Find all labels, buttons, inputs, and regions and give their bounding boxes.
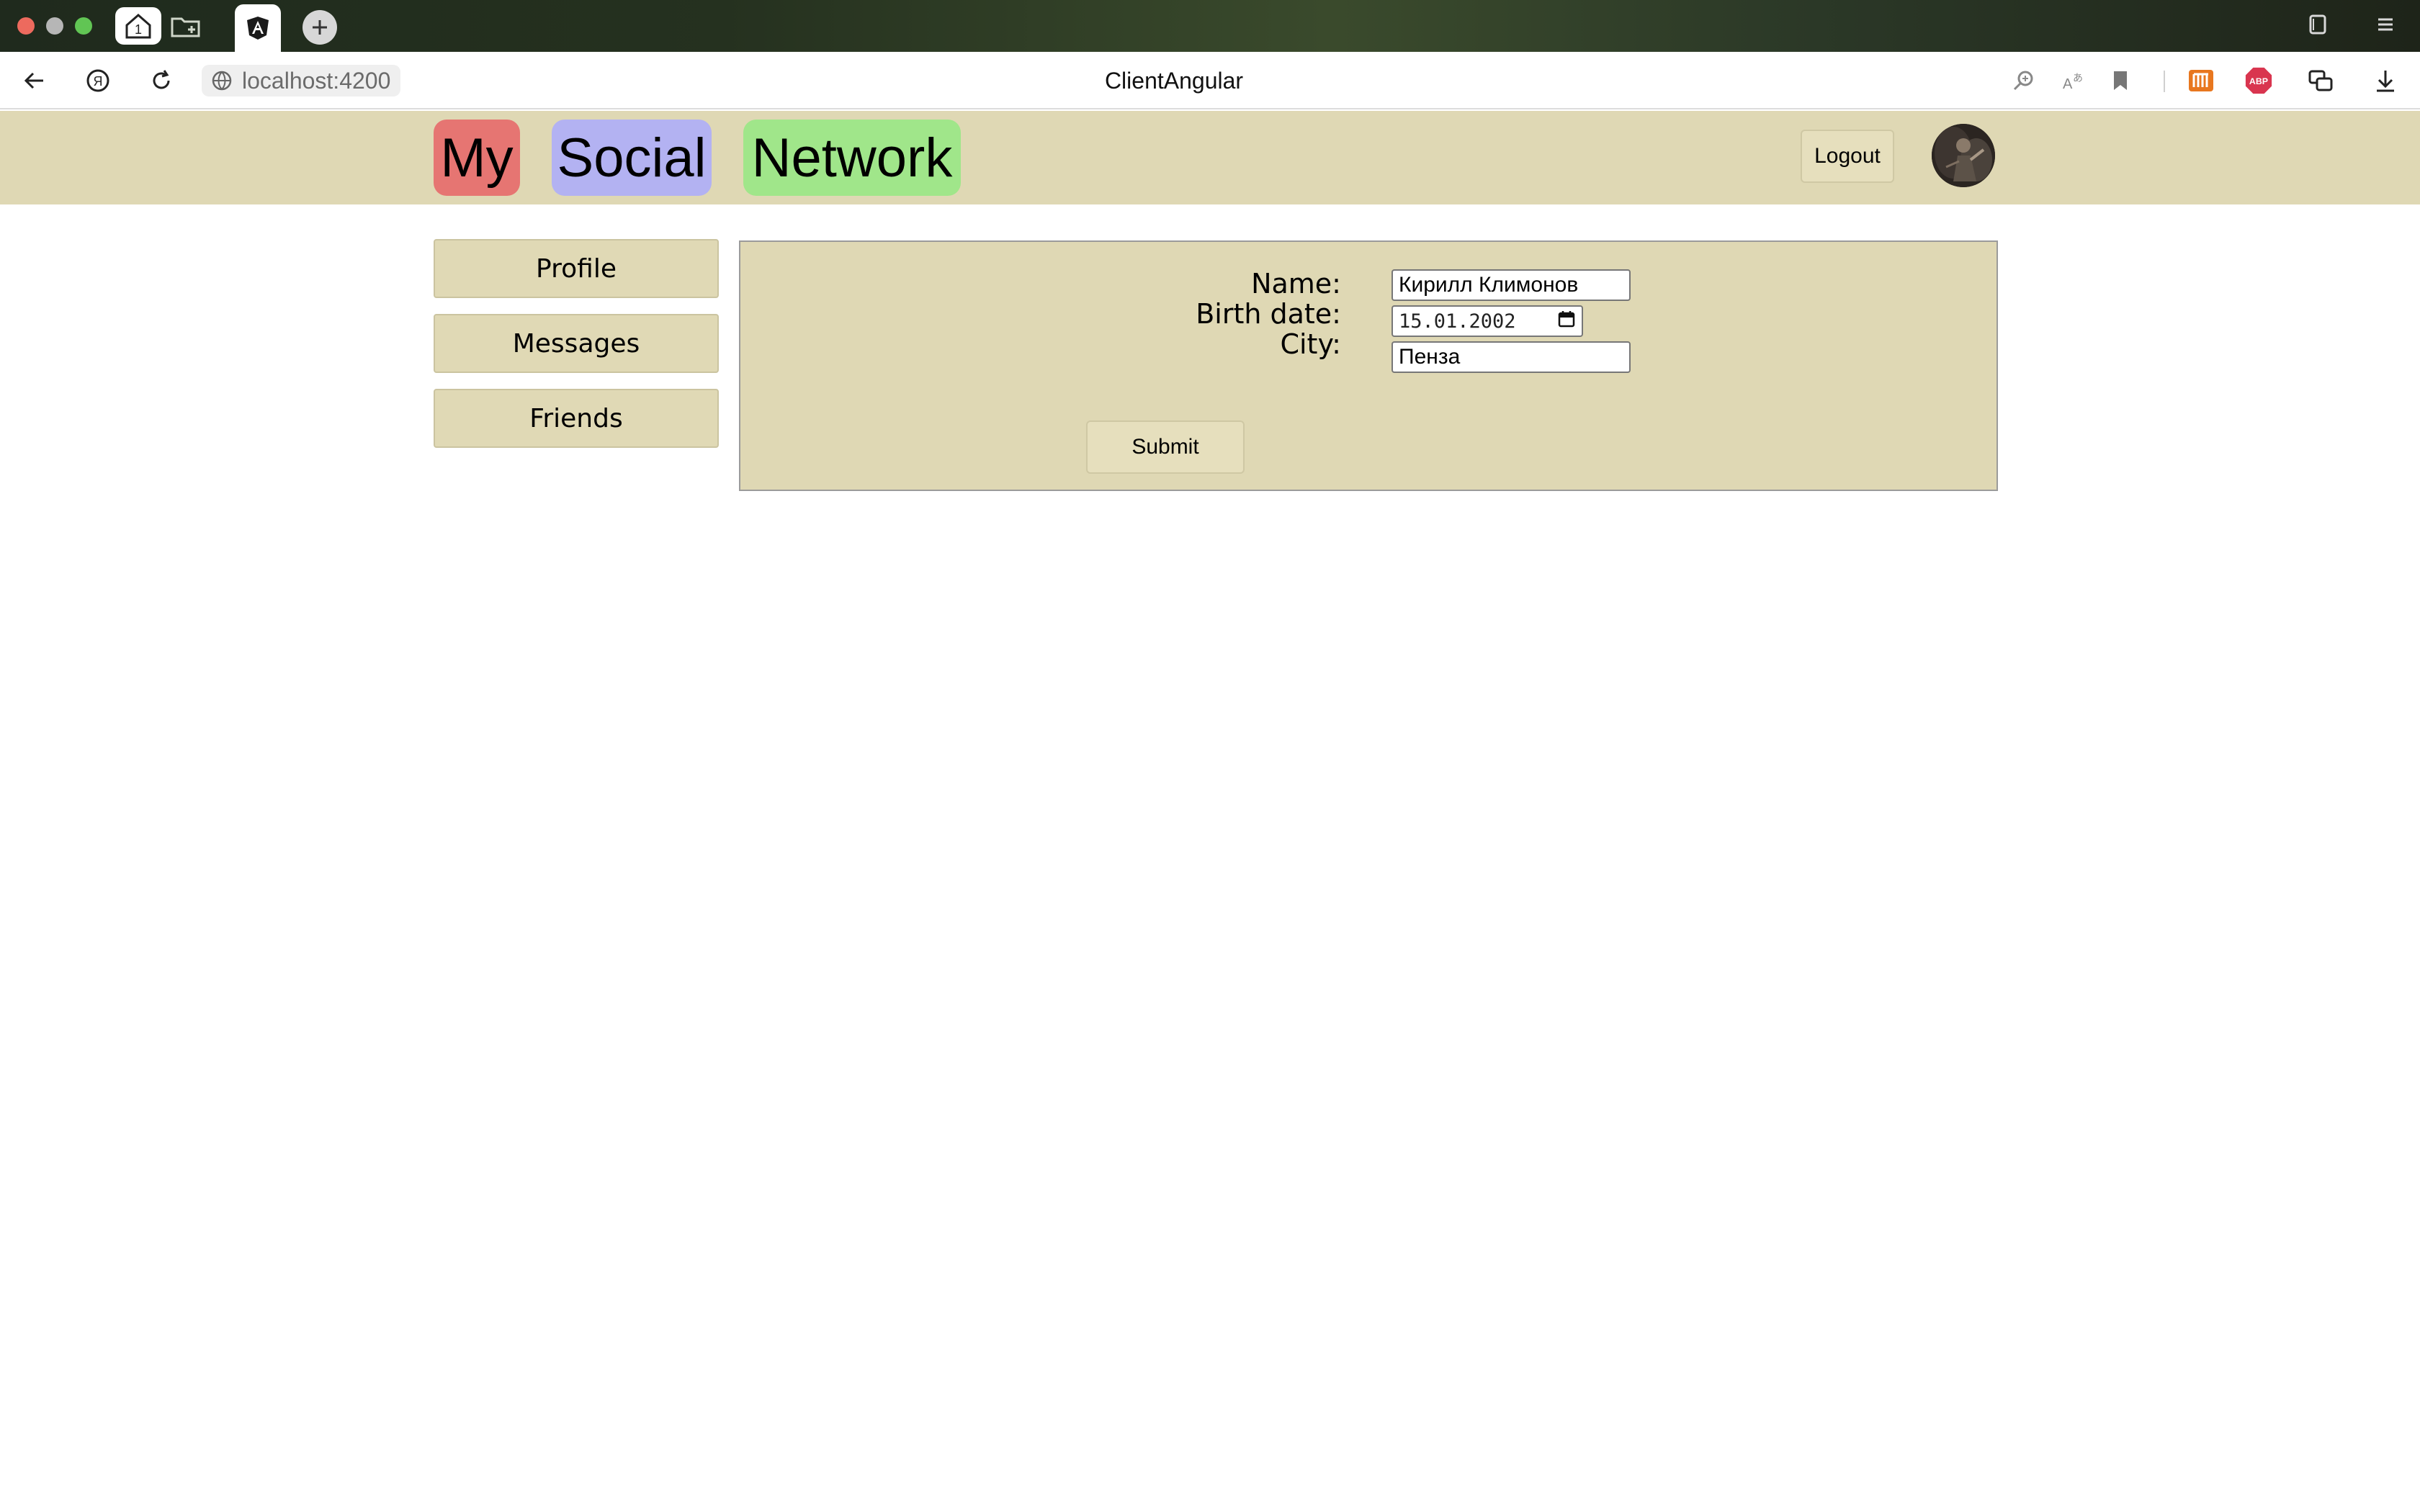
new-tab-button[interactable] [302, 10, 337, 45]
app-header: My Social Network Logout [0, 111, 2420, 204]
tab-new-folder[interactable] [166, 7, 206, 45]
birth-date-label: Birth date: [1196, 298, 1341, 330]
browser-address-bar: Я localhost:4200 ClientAngular Aあ ABP [0, 52, 2420, 109]
translate-icon[interactable]: Aあ [2058, 66, 2087, 95]
window-maximize-button[interactable] [75, 17, 92, 35]
adblock-plus-icon[interactable]: ABP [2244, 66, 2273, 95]
tabs-overview-icon[interactable] [2305, 12, 2331, 41]
user-photo [1932, 124, 1995, 187]
window-close-button[interactable] [17, 17, 35, 35]
back-arrow-icon[interactable] [20, 66, 49, 95]
city-field-value: Пенза [1399, 345, 1461, 369]
tab-home-badge: 1 [135, 22, 142, 37]
extension-orange-icon[interactable] [2187, 66, 2215, 95]
name-field-value: Кирилл Климонов [1399, 273, 1579, 297]
folder-add-icon [171, 17, 200, 37]
zoom-icon[interactable] [2009, 66, 2038, 95]
svg-text:Я: Я [94, 74, 103, 89]
reload-icon[interactable] [147, 66, 176, 95]
logo-word-social[interactable]: Social [552, 120, 712, 196]
submit-button[interactable]: Submit [1086, 420, 1245, 474]
avatar[interactable] [1932, 124, 1995, 187]
calendar-icon[interactable] [1557, 310, 1576, 333]
name-label: Name: [1251, 268, 1341, 300]
collections-icon[interactable] [2306, 66, 2335, 95]
birth-date-value: 15.01.2002 [1399, 310, 1516, 333]
plus-icon [313, 20, 327, 35]
yandex-icon[interactable]: Я [84, 66, 112, 95]
logout-button[interactable]: Logout [1801, 130, 1894, 183]
bookmark-icon[interactable] [2106, 66, 2135, 95]
tab-active-angular[interactable] [235, 4, 281, 52]
abp-label: ABP [2249, 76, 2268, 86]
svg-text:A: A [2063, 76, 2073, 92]
window-minimize-button[interactable] [46, 17, 63, 35]
svg-text:あ: あ [2073, 72, 2083, 84]
toolbar-divider [2164, 71, 2165, 92]
logo-word-network[interactable]: Network [743, 120, 961, 196]
globe-icon [210, 69, 233, 98]
sidebar-item-profile[interactable]: Profile [434, 239, 719, 298]
sidebar-item-friends[interactable]: Friends [434, 389, 719, 448]
city-label: City: [1280, 328, 1341, 360]
tab-home[interactable]: 1 [115, 7, 161, 45]
name-field[interactable]: Кирилл Климонов [1392, 269, 1631, 301]
logo-word-my[interactable]: My [434, 120, 520, 196]
home-icon: 1 [125, 14, 151, 39]
menu-icon[interactable] [2372, 12, 2398, 41]
city-field[interactable]: Пенза [1392, 341, 1631, 373]
url-text: localhost:4200 [242, 67, 391, 94]
url-field[interactable]: localhost:4200 [202, 65, 401, 98]
sidebar-item-messages[interactable]: Messages [434, 314, 719, 373]
download-icon[interactable] [2371, 66, 2400, 95]
browser-page-title: ClientAngular [1104, 68, 1244, 94]
profile-form: Name: Birth date: City: Кирилл Климонов … [739, 240, 1998, 491]
browser-tab-strip: 1 [0, 0, 2420, 52]
angular-logo-icon [247, 17, 269, 40]
birth-date-field[interactable]: 15.01.2002 [1392, 305, 1583, 337]
